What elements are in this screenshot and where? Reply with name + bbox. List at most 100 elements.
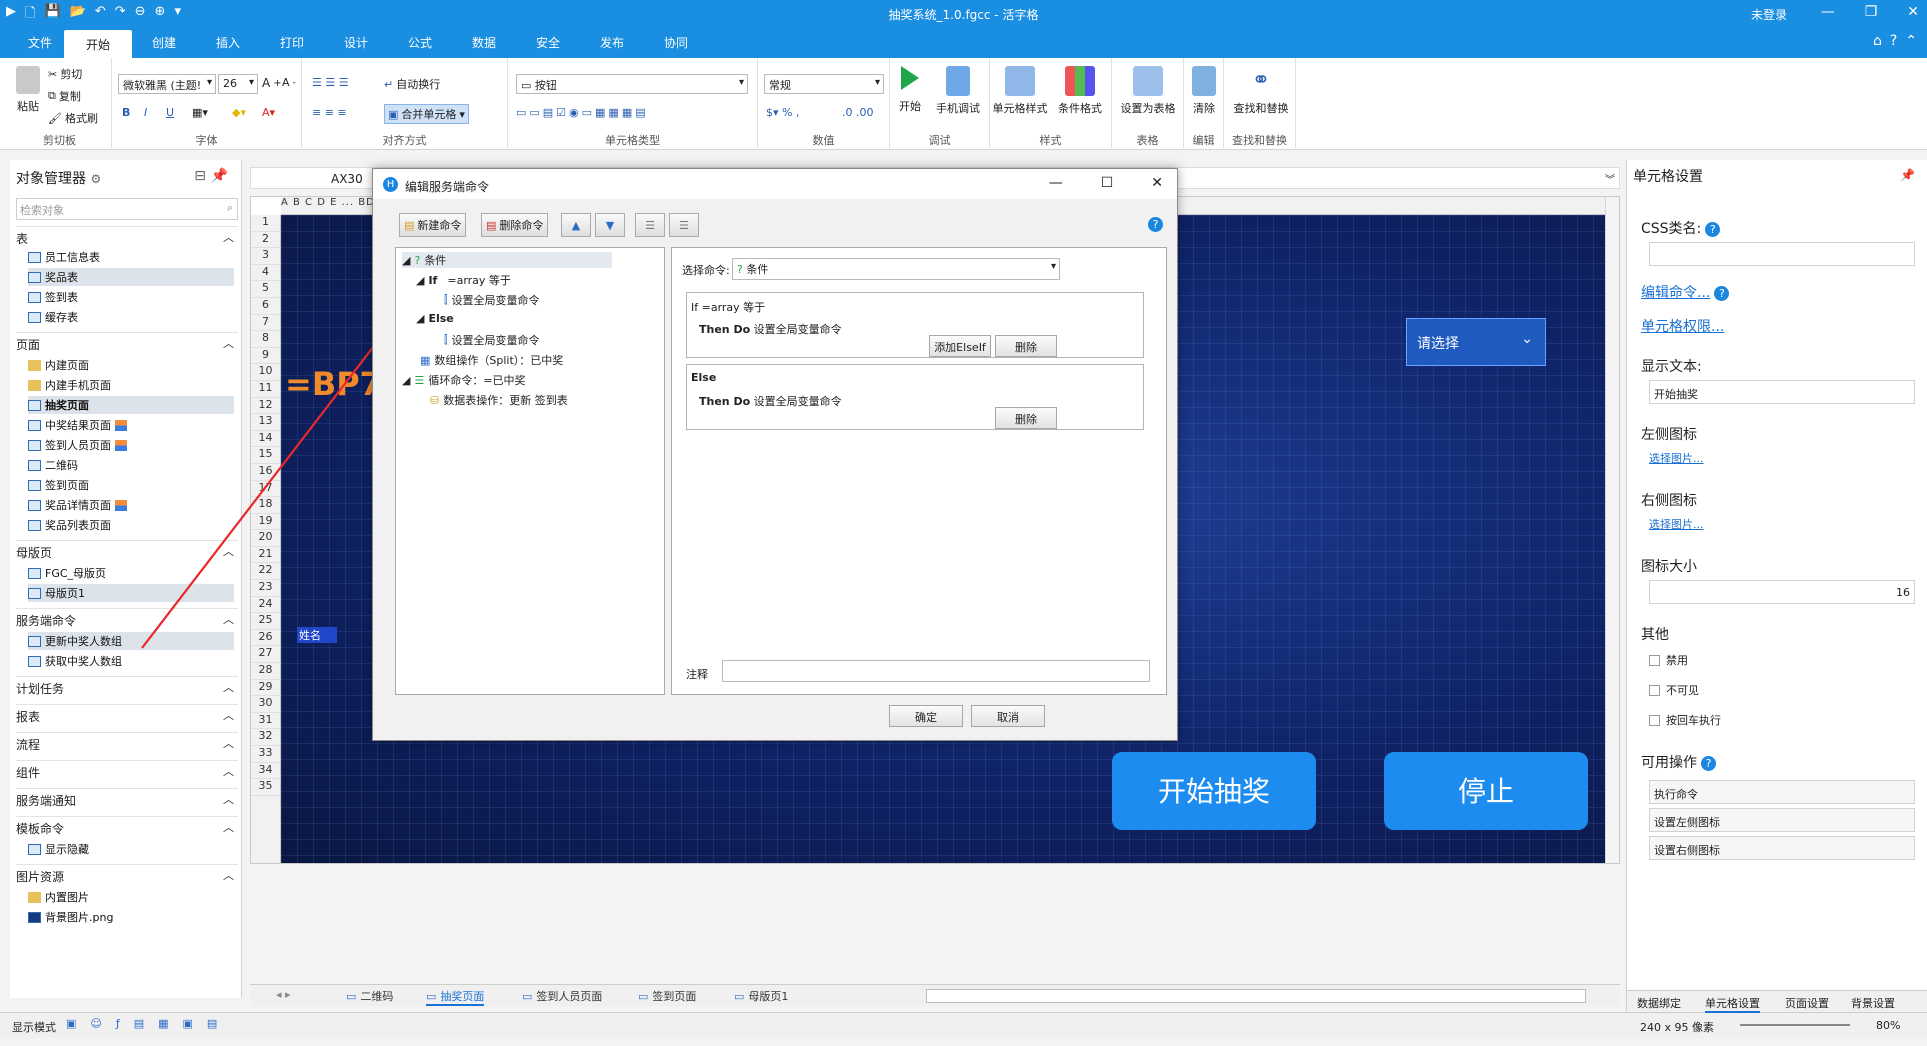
section-scheduled[interactable]: 计划任务 ︿ [16, 676, 238, 698]
pin-icon[interactable]: 📌 [1900, 168, 1915, 182]
icon-size-input[interactable]: 16 [1649, 580, 1915, 604]
tree-node-condition[interactable]: ◢? 条件 [402, 252, 612, 268]
tree-node-table-op[interactable]: ⛁ 数据表操作：更新 签到表 [430, 392, 568, 408]
operation-item[interactable]: 设置左侧图标 [1649, 808, 1915, 832]
edit-command-link[interactable]: 编辑命令...? [1641, 282, 1730, 302]
cut-button[interactable]: ✂ 剪切 [48, 66, 82, 82]
prize-select[interactable]: 请选择 ⌄ [1406, 318, 1546, 366]
clear-button[interactable]: 清除 [1186, 66, 1222, 116]
row-header[interactable]: 26 [251, 630, 280, 647]
paste-button[interactable]: 粘贴 [10, 66, 46, 114]
tab-collab[interactable]: 协同 [664, 34, 688, 51]
tab-design[interactable]: 设计 [344, 34, 368, 51]
font-color-icon[interactable]: A▾ [262, 106, 275, 119]
help-icon[interactable]: ? [1701, 756, 1716, 771]
row-header[interactable]: 4 [251, 265, 280, 282]
collapse-panel-icon[interactable]: ⊟ [194, 168, 206, 184]
sheet-tab-active[interactable]: ▭ 抽奖页面 [426, 988, 485, 1006]
row-header[interactable]: 27 [251, 646, 280, 664]
tree-item-page[interactable]: 内建页面 [28, 356, 89, 374]
tree-node-array-op[interactable]: ▦ 数组操作（Split）：已中奖 [420, 352, 563, 368]
row-header[interactable]: 34 [251, 763, 280, 780]
row-header[interactable]: 15 [251, 447, 280, 464]
gear-icon[interactable]: ⚙ [90, 172, 101, 186]
help-icon[interactable]: ? [1148, 217, 1163, 232]
section-pages[interactable]: 页面 ︿ [16, 332, 238, 354]
tree-item-page[interactable]: 签到页面 [28, 476, 89, 494]
row-header[interactable]: 2 [251, 232, 280, 249]
row-header[interactable]: 18 [251, 497, 280, 514]
tree-item-image[interactable]: 内置图片 [28, 888, 89, 906]
delete-command-button[interactable]: ▤ 删除命令 [481, 213, 549, 237]
tab-data[interactable]: 数据 [472, 34, 496, 51]
maximize-icon[interactable]: ☐ [1101, 175, 1114, 191]
section-server-commands[interactable]: 服务端命令 ︿ [16, 608, 238, 630]
font-family-select[interactable]: 微软雅黑 (主题! [118, 74, 216, 94]
align-left-icon[interactable]: ≡ ≡ ≡ [312, 106, 347, 119]
fill-color-icon[interactable]: ◆▾ [232, 106, 246, 119]
display-text-input[interactable]: 开始抽奖 [1649, 380, 1915, 404]
cell-reference[interactable]: AX30 [331, 172, 363, 186]
section-component[interactable]: 组件 ︿ [16, 760, 238, 782]
row-header[interactable]: 9 [251, 348, 280, 365]
row-header[interactable]: 21 [251, 547, 280, 564]
section-report[interactable]: 报表 ︿ [16, 704, 238, 726]
comment-input[interactable] [722, 660, 1150, 682]
row-header[interactable]: 6 [251, 298, 280, 315]
tab-file[interactable]: 文件 [28, 34, 52, 51]
add-elseif-button[interactable]: 添加ElseIf [929, 335, 991, 357]
login-status[interactable]: 未登录 [1751, 6, 1787, 23]
tab-formula[interactable]: 公式 [408, 34, 432, 51]
collapse-icon[interactable]: ⌃ [1905, 33, 1917, 49]
tree-item-table[interactable]: 员工信息表 [28, 248, 100, 266]
tab-create[interactable]: 创建 [152, 34, 176, 51]
home-icon[interactable]: ⌂ [1873, 33, 1882, 49]
merge-cells-button[interactable]: ▣ 合并单元格 ▾ [384, 104, 469, 124]
cell-type-gallery[interactable]: ▭▭▤☑◉▭▦▦▦▤ [516, 106, 649, 119]
tree-item-page[interactable]: 二维码 [28, 456, 78, 474]
cell-type-select[interactable]: ▭ 按钮 [516, 74, 748, 94]
tree-item-table[interactable]: 缓存表 [28, 308, 78, 326]
help-icon[interactable]: ? [1890, 33, 1897, 49]
tree-item-page-selected[interactable]: 抽奖页面 [28, 396, 234, 414]
sheet-tab[interactable]: ▭ 签到页面 [638, 988, 696, 1004]
row-header[interactable]: 11 [251, 381, 280, 398]
tree-node-loop[interactable]: ◢ ☰ 循环命令：=已中奖 [402, 372, 526, 388]
row-header[interactable]: 7 [251, 315, 280, 332]
start-lottery-button[interactable]: 开始抽奖 [1112, 752, 1316, 830]
name-label[interactable]: 姓名 [297, 627, 337, 643]
number-format-select[interactable]: 常规 [764, 74, 884, 94]
tree-item-master[interactable]: 母版页1 [28, 584, 234, 602]
row-header[interactable]: 17 [251, 481, 280, 498]
row-header[interactable]: 25 [251, 613, 280, 630]
tab-page-settings[interactable]: 页面设置 [1785, 995, 1829, 1011]
tree-item-table[interactable]: 奖品表 [28, 268, 234, 286]
delete-else-button[interactable]: 删除 [995, 407, 1057, 429]
disabled-checkbox[interactable]: 禁用 [1649, 652, 1688, 668]
tab-background[interactable]: 背景设置 [1851, 995, 1895, 1011]
section-flow[interactable]: 流程 ︿ [16, 732, 238, 754]
indent-button[interactable]: ☰ [635, 213, 665, 237]
zoom-level[interactable]: 80% [1876, 1019, 1900, 1032]
section-notify[interactable]: 服务端通知 ︿ [16, 788, 238, 810]
row-header[interactable]: 33 [251, 746, 280, 763]
tree-node-set-global[interactable]: ⫿ 设置全局变量命令 [444, 292, 540, 308]
tab-cell-settings[interactable]: 单元格设置 [1705, 995, 1760, 1013]
horizontal-scrollbar[interactable] [926, 989, 1586, 1003]
close-icon[interactable]: ✕ [1151, 175, 1163, 191]
tree-item-table[interactable]: 签到表 [28, 288, 78, 306]
bold-icon[interactable]: B [122, 106, 130, 119]
sheet-tab[interactable]: ▭ 签到人员页面 [522, 988, 602, 1004]
row-header[interactable]: 31 [251, 713, 280, 730]
tree-item-page[interactable]: 奖品详情页面 [28, 496, 127, 514]
grow-font-icon[interactable]: A + [262, 76, 282, 90]
tree-node-else[interactable]: ◢ Else [416, 312, 454, 325]
tree-node-if[interactable]: ◢ If =array 等于 [416, 272, 511, 288]
row-header[interactable]: 24 [251, 597, 280, 614]
underline-icon[interactable]: U [166, 106, 174, 119]
border-icon[interactable]: ▦▾ [192, 106, 208, 119]
row-header[interactable]: 3 [251, 248, 280, 265]
tab-data-binding[interactable]: 数据绑定 [1637, 995, 1681, 1011]
vertical-scrollbar[interactable] [1605, 197, 1619, 863]
enter-execute-checkbox[interactable]: 按回车执行 [1649, 712, 1721, 728]
